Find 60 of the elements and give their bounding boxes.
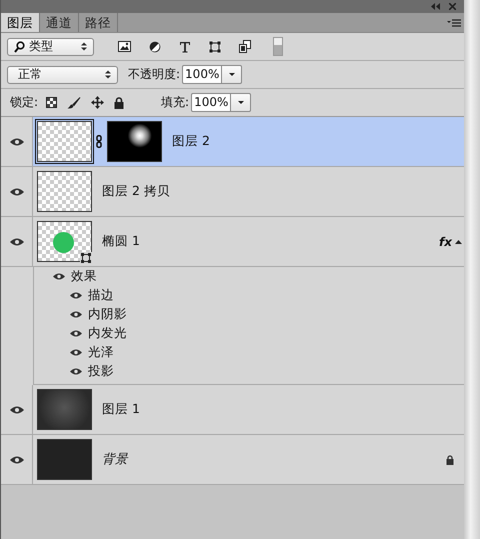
eye-icon[interactable]: [10, 456, 24, 464]
panel-tab[interactable]: 通道: [40, 13, 79, 32]
close-icon[interactable]: [449, 3, 456, 10]
effect-name[interactable]: 内发光: [88, 325, 127, 342]
fill-label: 填充:: [161, 94, 190, 111]
up-down-arrows-icon: [105, 70, 111, 79]
layer-row[interactable]: 图层 2 拷贝: [1, 167, 464, 217]
panel-tab[interactable]: 路径: [79, 13, 118, 32]
layer-row[interactable]: 图层 2: [1, 117, 464, 167]
eye-icon[interactable]: [10, 238, 24, 246]
lock-label: 锁定:: [10, 94, 38, 111]
opacity-dropdown-button[interactable]: [222, 65, 242, 84]
brush-icon[interactable]: [67, 96, 82, 108]
opacity-label: 不透明度:: [128, 66, 180, 83]
filter-dropdown[interactable]: 类型: [7, 38, 94, 56]
eye-icon[interactable]: [70, 311, 82, 318]
move-icon[interactable]: [91, 96, 104, 109]
eye-icon[interactable]: [10, 406, 24, 414]
layer-name: 图层 1: [102, 401, 140, 418]
eye-icon[interactable]: [10, 138, 24, 146]
shape-icon[interactable]: [209, 40, 221, 52]
smart-object-icon[interactable]: [239, 40, 251, 53]
eye-icon[interactable]: [10, 188, 24, 196]
menu-icon[interactable]: [447, 18, 461, 26]
layer-row[interactable]: 图层 1: [1, 385, 464, 435]
effect-name[interactable]: 光泽: [88, 344, 114, 361]
filter-toggle[interactable]: [273, 37, 283, 56]
lock-transparency-icon[interactable]: [46, 97, 58, 108]
eye-icon[interactable]: [70, 349, 82, 356]
eye-icon[interactable]: [70, 292, 82, 299]
shape-badge-icon: [80, 252, 92, 264]
effect-name[interactable]: 内阴影: [88, 306, 127, 323]
eye-icon[interactable]: [53, 273, 65, 280]
type-icon[interactable]: [179, 40, 191, 52]
layer-name: 背景: [102, 451, 128, 468]
layer-name: 图层 2: [172, 133, 210, 150]
expand-arrow-icon[interactable]: [455, 240, 462, 244]
caret-icon: [238, 101, 244, 104]
layer-row[interactable]: 椭圆 1 fx: [1, 217, 464, 267]
search-icon: [14, 40, 25, 52]
lock-icon[interactable]: [114, 96, 124, 108]
blend-mode-dropdown[interactable]: 正常: [7, 66, 118, 84]
eye-icon[interactable]: [70, 368, 82, 375]
adjustment-icon[interactable]: [149, 40, 161, 52]
fill-dropdown-button[interactable]: [231, 93, 252, 112]
effects-label[interactable]: 效果: [71, 268, 97, 285]
panel-tab[interactable]: 图层: [1, 13, 40, 32]
layer-name: 椭圆 1: [102, 233, 140, 250]
caret-icon: [228, 73, 235, 76]
fx-label[interactable]: fx: [439, 234, 452, 248]
fill-field[interactable]: 100%: [191, 93, 232, 112]
collapse-icon[interactable]: [431, 3, 440, 10]
opacity-field[interactable]: 100%: [182, 65, 222, 84]
effect-name[interactable]: 投影: [88, 363, 114, 380]
layer-name: 图层 2 拷贝: [102, 183, 170, 200]
up-down-arrows-icon: [81, 42, 87, 51]
effect-name[interactable]: 描边: [88, 287, 114, 304]
link-icon[interactable]: [96, 135, 102, 148]
image-icon[interactable]: [118, 41, 131, 52]
eye-icon[interactable]: [70, 330, 82, 337]
